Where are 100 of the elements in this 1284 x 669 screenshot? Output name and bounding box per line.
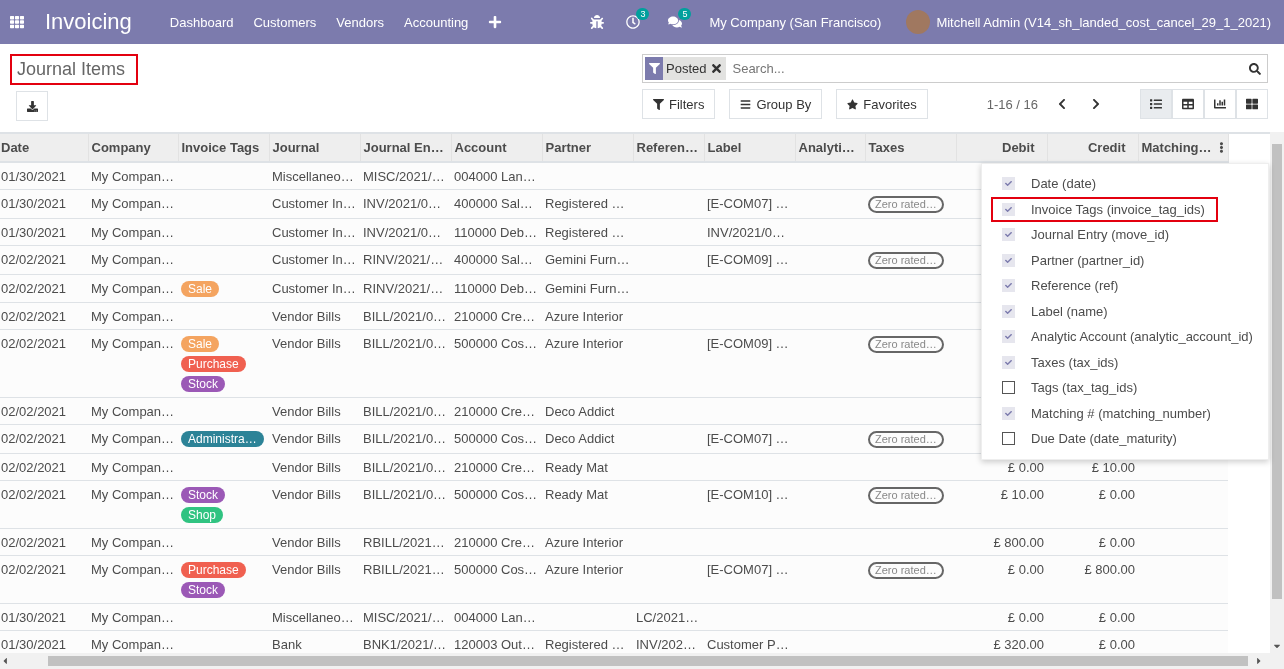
table-cell: My Compan… <box>91 637 175 652</box>
table-cell: Customer In… <box>272 252 356 267</box>
filters-button[interactable]: Filters <box>642 89 716 119</box>
table-cell: 210000 Cre… <box>454 404 535 419</box>
table-cell: £ 320.00 <box>993 637 1044 652</box>
table-cell: LC/2021… <box>636 610 699 625</box>
user-menu[interactable]: Mitchell Admin (V14_sh_landed_cost_cancel_29_1_2021) <box>936 14 1271 30</box>
table-cell: RBILL/2021… <box>363 562 445 577</box>
app-title: Invoicing <box>45 9 132 35</box>
check-icon <box>1005 256 1012 264</box>
plus-icon[interactable] <box>488 15 503 29</box>
table-cell: MISC/2021/… <box>363 169 445 184</box>
table-cell: 02/02/2021 <box>1 535 67 550</box>
table-cell: BILL/2021/0… <box>363 404 447 419</box>
column-toggle-label: Date (date) <box>1031 176 1097 192</box>
nav-menu-item[interactable]: Accounting <box>404 14 469 30</box>
check-icon <box>1005 282 1012 290</box>
table-cell: BNK1/2021/… <box>363 637 447 652</box>
chat-icon[interactable] <box>668 15 683 29</box>
download-button[interactable] <box>16 91 48 121</box>
table-cell: My Compan… <box>91 562 175 577</box>
activity-count-badge: 3 <box>636 8 650 20</box>
column-toggle-item[interactable]: Label (name) <box>982 298 1268 324</box>
search-icon[interactable] <box>1249 62 1261 75</box>
filter-icon <box>648 63 660 74</box>
table-cell: My Compan… <box>91 169 175 184</box>
table-cell: 01/30/2021 <box>1 637 67 652</box>
table-cell: 02/02/2021 <box>1 487 67 502</box>
table-cell: 500000 Cos… <box>454 562 538 577</box>
table-cell: My Compan… <box>91 404 175 419</box>
table-cell: RINV/2021/… <box>363 252 444 267</box>
column-toggle-item[interactable]: Reference (ref) <box>982 273 1268 299</box>
check-icon <box>1005 333 1012 341</box>
table-cell: 01/30/2021 <box>1 169 67 184</box>
table-cell: BILL/2021/0… <box>363 460 447 475</box>
column-toggle-item[interactable]: Taxes (tax_ids) <box>982 349 1268 375</box>
optional-columns-icon[interactable] <box>1217 142 1225 153</box>
column-toggle-item[interactable]: Tags (tax_tag_ids) <box>982 375 1268 401</box>
table-cell: Gemini Furn… <box>545 252 630 267</box>
bars-icon <box>740 98 752 110</box>
table-cell: My Compan… <box>91 309 175 324</box>
close-icon[interactable] <box>710 62 724 75</box>
table-cell: Customer P… <box>707 637 789 652</box>
horizontal-scrollbar[interactable] <box>0 653 1284 669</box>
tax-tag: Zero rated… <box>868 196 944 213</box>
column-toggle-label: Matching # (matching_number) <box>1031 405 1211 421</box>
table-cell: Customer In… <box>272 225 356 240</box>
table-cell: RINV/2021/… <box>363 281 444 296</box>
bar-chart-icon <box>1214 98 1226 110</box>
search-field[interactable]: Posted Search... <box>642 54 1268 83</box>
table-cell: 400000 Sal… <box>454 196 533 211</box>
column-toggle-label: Due Date (date_maturity) <box>1031 431 1177 447</box>
pivot-view-button[interactable] <box>1172 89 1204 119</box>
list-view-button[interactable] <box>1140 89 1172 119</box>
table-cell: My Compan… <box>91 225 175 240</box>
column-toggle-item[interactable]: Matching # (matching_number) <box>982 400 1268 426</box>
column-header[interactable]: Date <box>1 140 30 155</box>
column-header[interactable]: Debit <box>1002 140 1035 155</box>
column-toggle-label: Partner (partner_id) <box>1031 252 1145 268</box>
column-toggle-label: Taxes (tax_ids) <box>1031 354 1119 370</box>
table-cell: 02/02/2021 <box>1 431 67 446</box>
table-cell: £ 10.00 <box>1091 460 1135 475</box>
list-icon <box>1150 98 1162 110</box>
table-cell: 02/02/2021 <box>1 404 67 419</box>
pager-value: 1-16 / 16 <box>986 96 1038 112</box>
table-cell: [E-COM07] … <box>707 196 789 211</box>
graph-view-button[interactable] <box>1204 89 1236 119</box>
nav-menu-item[interactable]: Dashboard <box>169 14 234 30</box>
company-switcher[interactable]: My Company (San Francisco) <box>709 14 882 30</box>
download-icon <box>26 100 38 112</box>
table-cell: 110000 Deb… <box>454 281 537 296</box>
column-toggle-item[interactable]: Invoice Tags (invoice_tag_ids) <box>991 196 1218 222</box>
tax-tag: Zero rated… <box>868 431 944 448</box>
column-toggle-item[interactable]: Analytic Account (analytic_account_id) <box>982 324 1268 350</box>
table-cell: 210000 Cre… <box>454 460 535 475</box>
table-cell: £ 0.00 <box>1098 637 1135 652</box>
check-icon <box>1005 180 1012 188</box>
invoice-tag: Purchase <box>181 562 246 578</box>
column-toggle-item[interactable]: Partner (partner_id) <box>982 247 1268 273</box>
table-cell: Registered … <box>545 225 625 240</box>
table-cell: Vendor Bills <box>272 535 341 550</box>
facet-label: Posted <box>666 61 707 76</box>
clock-icon[interactable] <box>626 15 641 29</box>
column-toggle-item[interactable]: Date (date) <box>982 171 1268 197</box>
favorites-button[interactable]: Favorites <box>836 89 928 119</box>
apps-menu-icon[interactable] <box>10 15 24 29</box>
column-toggle-item[interactable]: Journal Entry (move_id) <box>982 222 1268 248</box>
search-facet[interactable]: Posted <box>645 57 727 80</box>
bug-icon[interactable] <box>590 15 605 29</box>
nav-menu-item[interactable]: Customers <box>253 14 317 30</box>
vertical-scrollbar[interactable] <box>1270 132 1284 653</box>
table-cell: 210000 Cre… <box>454 535 535 550</box>
table-cell: Azure Interior <box>545 562 624 577</box>
kanban-view-button[interactable] <box>1236 89 1268 119</box>
column-toggle-item[interactable]: Due Date (date_maturity) <box>982 426 1268 452</box>
checkbox[interactable] <box>1002 381 1015 395</box>
group-by-button[interactable]: Group By <box>729 89 823 119</box>
check-icon <box>1005 358 1012 366</box>
nav-menu-item[interactable]: Vendors <box>336 14 384 30</box>
checkbox[interactable] <box>1002 432 1015 446</box>
